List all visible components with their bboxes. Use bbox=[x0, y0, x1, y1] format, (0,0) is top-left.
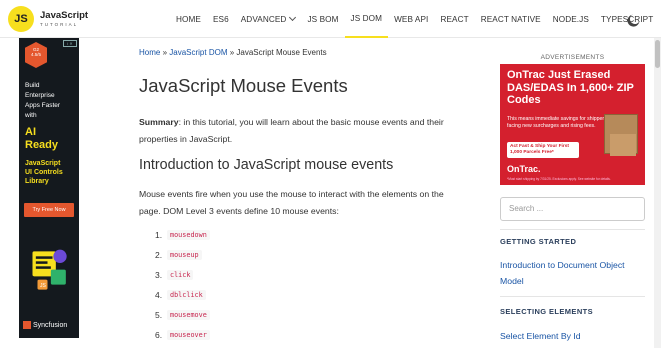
list-item: 2. mouseup bbox=[155, 245, 210, 265]
nav-react[interactable]: REACT bbox=[434, 0, 474, 38]
main-nav: HOME ES6 ADVANCED JS BOM JS DOM WEB API … bbox=[170, 0, 659, 38]
logo-title: JavaScript bbox=[40, 10, 89, 21]
syncfusion-logo-icon bbox=[23, 321, 31, 329]
ad-ai-text: AI Ready bbox=[25, 126, 58, 151]
ad-line: Build bbox=[25, 82, 40, 89]
mouse-events-list: 1. mousedown 2. mouseup 3. click 4. dblclick… bbox=[155, 225, 210, 345]
ad-illustration-icon: JS bbox=[32, 249, 67, 290]
sidebar-link[interactable]: Introduction to Document Object Model bbox=[500, 257, 645, 289]
ad-body: This means immediate savings for shipper… bbox=[507, 116, 607, 129]
event-code: mouseup bbox=[167, 250, 202, 260]
left-advertisement[interactable]: G2 4.5/5 i ✕ Build Enterprise Apps Faster… bbox=[19, 38, 79, 338]
nav-es6[interactable]: ES6 bbox=[207, 0, 235, 38]
nav-nodejs[interactable]: NODE.JS bbox=[547, 0, 595, 38]
ad-try-free-button[interactable]: Try Free Now bbox=[24, 203, 74, 217]
ad-brand-name: Syncfusion bbox=[33, 321, 68, 329]
breadcrumb-separator: » bbox=[160, 48, 170, 57]
svg-text:JS: JS bbox=[40, 283, 47, 289]
ad-sub-line: JavaScript bbox=[25, 160, 61, 167]
ad-subtitle: JavaScript UI Controls Library bbox=[25, 160, 63, 186]
ad-brand-logo: OnTrac. bbox=[507, 164, 541, 174]
list-item: 6. mouseover bbox=[155, 325, 210, 345]
ad-line: Enterprise bbox=[25, 92, 55, 99]
ad-rating: 4.5/5 bbox=[30, 52, 41, 58]
ad-line: with bbox=[25, 112, 37, 119]
nav-web-api[interactable]: WEB API bbox=[388, 0, 434, 38]
site-logo[interactable]: JS JavaScript TUTORIAL bbox=[8, 6, 88, 32]
advertisements-label: ADVERTISEMENTS bbox=[540, 54, 605, 61]
ad-sub-line: UI Controls bbox=[25, 168, 63, 176]
event-code: mouseover bbox=[167, 330, 210, 340]
breadcrumb: Home » JavaScript DOM » JavaScript Mouse… bbox=[139, 48, 327, 57]
breadcrumb-section[interactable]: JavaScript DOM bbox=[169, 48, 227, 57]
sidebar-link[interactable]: Select Element By Id bbox=[500, 328, 645, 344]
ad-headline: OnTrac Just Erased DAS/EDAS In 1,600+ ZI… bbox=[507, 69, 634, 107]
summary-text: : in this tutorial, you will learn about… bbox=[139, 117, 444, 144]
event-code: click bbox=[167, 270, 194, 280]
sidebar-section-title: SELECTING ELEMENTS bbox=[500, 307, 594, 316]
nav-js-bom[interactable]: JS BOM bbox=[301, 0, 344, 38]
intro-paragraph: Mouse events fire when you use the mouse… bbox=[139, 189, 444, 216]
event-code: mousedown bbox=[167, 230, 210, 240]
nav-react-native[interactable]: REACT NATIVE bbox=[475, 0, 547, 38]
sidebar-section-title: GETTING STARTED bbox=[500, 237, 577, 246]
ad-sub-line: Library bbox=[25, 177, 49, 185]
event-code: mousemove bbox=[167, 310, 210, 320]
nav-typescript[interactable]: TYPESCRIPT bbox=[595, 0, 659, 38]
chevron-down-icon bbox=[289, 13, 297, 22]
divider bbox=[500, 229, 645, 230]
page-title: JavaScript Mouse Events bbox=[139, 75, 348, 96]
list-item: 5. mousemove bbox=[155, 305, 210, 325]
ad-ready-word: Ready bbox=[25, 138, 59, 151]
scrollbar-thumb[interactable] bbox=[655, 40, 660, 68]
right-advertisement[interactable]: OnTrac Just Erased DAS/EDAS In 1,600+ ZI… bbox=[500, 64, 645, 185]
site-header: JS JavaScript TUTORIAL HOME ES6 ADVANCED… bbox=[0, 0, 661, 38]
event-code: dblclick bbox=[167, 290, 206, 300]
ad-info-icon[interactable]: i ✕ bbox=[63, 40, 77, 47]
nav-js-dom[interactable]: JS DOM bbox=[344, 0, 389, 38]
parcel-box-icon bbox=[610, 134, 636, 156]
list-item: 1. mousedown bbox=[155, 225, 210, 245]
g2-rating-badge: G2 4.5/5 bbox=[25, 42, 47, 68]
breadcrumb-current: JavaScript Mouse Events bbox=[236, 48, 327, 57]
list-item: 3. click bbox=[155, 265, 210, 285]
nav-home[interactable]: HOME bbox=[170, 0, 207, 38]
page-scrollbar[interactable] bbox=[654, 38, 661, 348]
ad-fine-print: *Must start shipping by 7/31/25. Exclusi… bbox=[507, 177, 611, 181]
search-input[interactable]: Search ... bbox=[500, 197, 645, 221]
logo-mark: JS bbox=[8, 6, 34, 32]
divider bbox=[500, 296, 645, 297]
ad-ai-word: AI bbox=[25, 126, 36, 138]
summary-paragraph: Summary: in this tutorial, you will lear… bbox=[139, 114, 449, 148]
breadcrumb-home[interactable]: Home bbox=[139, 48, 160, 57]
nav-advanced-label: ADVANCED bbox=[240, 14, 287, 24]
ad-cta-button[interactable]: Act Fast & Ship Your First 1,000 Parcels… bbox=[507, 142, 579, 158]
ad-line: Apps Faster bbox=[25, 102, 61, 109]
nav-advanced[interactable]: ADVANCED bbox=[235, 0, 302, 38]
summary-label: Summary bbox=[139, 117, 179, 127]
ad-brand: Syncfusion bbox=[23, 321, 67, 329]
logo-subtitle: TUTORIAL bbox=[40, 21, 79, 27]
section-heading: Introduction to JavaScript mouse events bbox=[139, 157, 394, 173]
list-item: 4. dblclick bbox=[155, 285, 210, 305]
